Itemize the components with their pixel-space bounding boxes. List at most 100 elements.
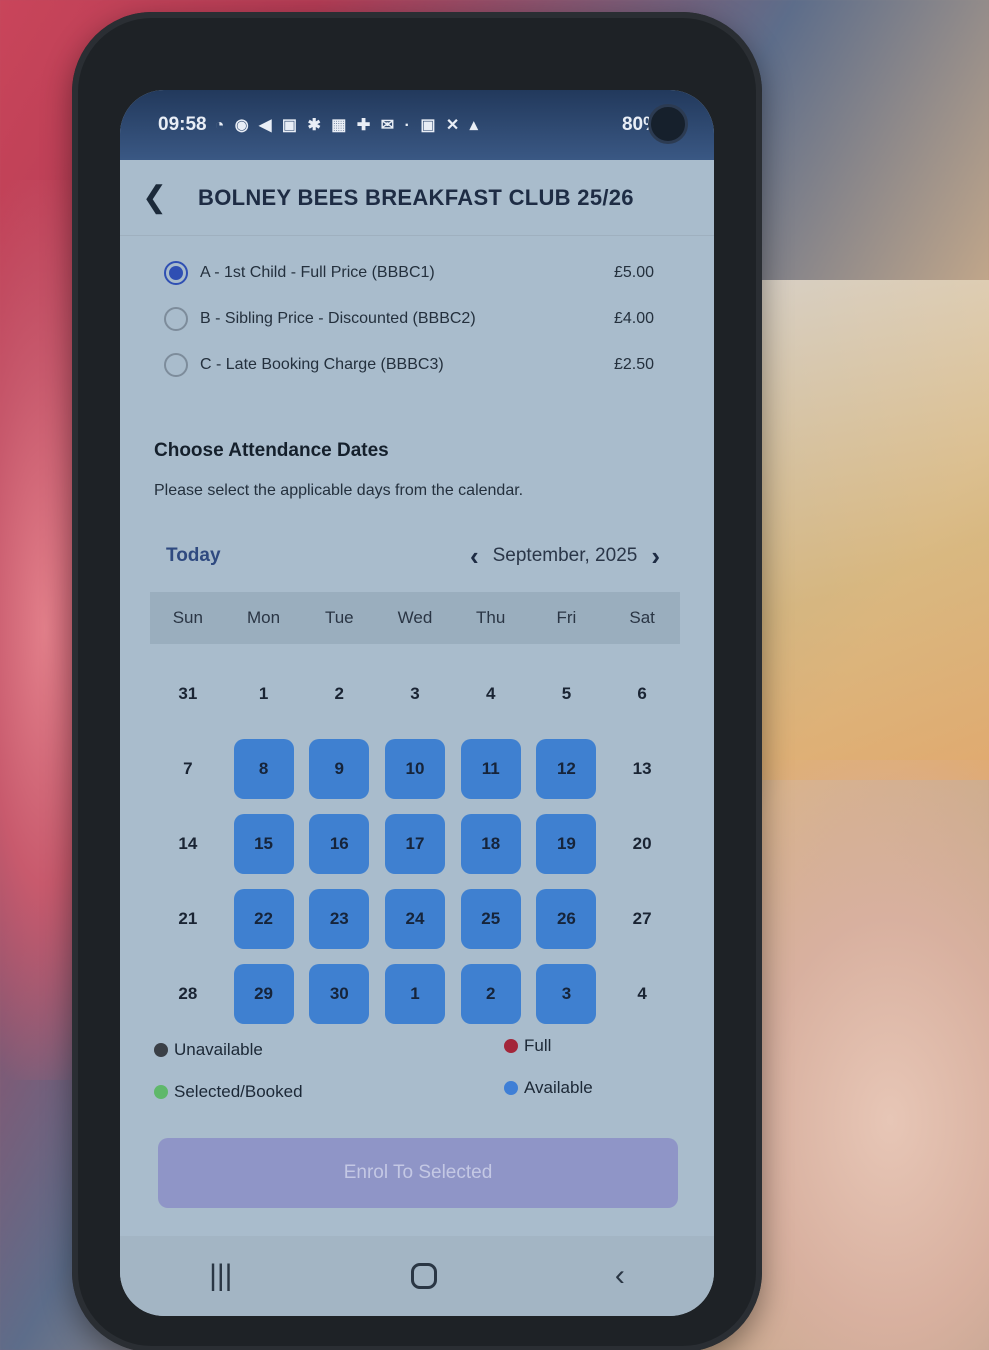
- notification-icons: ◔ ◉ ◀ ▣ ✱ ▦ ✚ ✉ · ▣ ✕ ▴: [214, 117, 481, 134]
- weekday-label: Fri: [556, 608, 577, 627]
- unavailable-dot-icon: [154, 1043, 168, 1057]
- recents-icon[interactable]: |||: [209, 1259, 232, 1293]
- calendar-day: 1: [258, 683, 269, 703]
- calendar-day-available[interactable]: 8: [233, 738, 294, 799]
- calendar-day-available[interactable]: 15: [233, 813, 294, 874]
- today-button[interactable]: Today: [154, 545, 456, 567]
- calendar-cell: 2: [301, 656, 377, 731]
- calendar-cell: 16: [301, 806, 377, 881]
- price-option-label: A - 1st Child - Full Price (BBBC1): [200, 264, 435, 281]
- calendar-day: 21: [178, 908, 198, 928]
- calendar-day-available[interactable]: 22: [233, 888, 294, 949]
- calendar-cell: 21: [150, 881, 226, 956]
- price-option-label: C - Late Booking Charge (BBBC3): [200, 356, 444, 373]
- price-option-price: £2.50: [613, 356, 654, 373]
- calendar-day: 14: [178, 833, 198, 853]
- calendar-day-available[interactable]: 9: [309, 738, 370, 799]
- calendar-cell: 2: [453, 956, 529, 1031]
- calendar-day-available[interactable]: 25: [460, 888, 521, 949]
- calendar-day-available[interactable]: 26: [536, 888, 597, 949]
- price-option-a[interactable]: A - 1st Child - Full Price (BBBC1) £5.00: [164, 250, 654, 296]
- calendar-grid: 31 1 2 3 4 5 6 7 8 9 10 11 12 13 14 15 16 17 18 19 20 21 22 23 2…: [150, 656, 680, 1031]
- section-title: Choose Attendance Dates: [154, 440, 389, 461]
- weekday-label: Tue: [324, 608, 354, 627]
- weekday-label: Thu: [476, 608, 506, 627]
- calendar-day-available[interactable]: 16: [309, 813, 370, 874]
- calendar-day: 3: [410, 683, 420, 703]
- calendar-cell: 31: [150, 656, 226, 731]
- calendar-day-available[interactable]: 10: [384, 738, 445, 799]
- calendar-cell: 7: [150, 731, 226, 806]
- calendar-cell: 20: [604, 806, 680, 881]
- enrol-button[interactable]: Enrol To Selected: [158, 1138, 678, 1208]
- price-option-c[interactable]: C - Late Booking Charge (BBBC3) £2.50: [164, 342, 654, 388]
- calendar-cell: 15: [226, 806, 302, 881]
- calendar-day-available[interactable]: 18: [460, 813, 521, 874]
- calendar-day: 4: [637, 983, 647, 1003]
- selected-dot-icon: [154, 1085, 168, 1099]
- price-option-price: £5.00: [613, 264, 654, 281]
- calendar-cell: 9: [301, 731, 377, 806]
- calendar-day-available[interactable]: 30: [309, 963, 370, 1024]
- status-bar: 09:58 ◔ ◉ ◀ ▣ ✱ ▦ ✚ ✉ · ▣ ✕ ▴ 80%: [120, 90, 714, 160]
- weekday-label: Sat: [629, 608, 655, 627]
- available-dot-icon: [504, 1081, 518, 1095]
- calendar-day-available[interactable]: 23: [309, 888, 370, 949]
- calendar-cell: 1: [226, 656, 302, 731]
- calendar-day: 7: [183, 758, 193, 778]
- calendar-cell: 4: [604, 956, 680, 1031]
- calendar-day-available[interactable]: 19: [536, 813, 597, 874]
- calendar-cell: 27: [604, 881, 680, 956]
- calendar-day: 31: [178, 683, 198, 703]
- legend-unavailable: Unavailable: [154, 1040, 263, 1060]
- calendar-day: 20: [632, 833, 652, 853]
- radio-button[interactable]: [164, 307, 188, 331]
- calendar-cell: 25: [453, 881, 529, 956]
- calendar-cell: 28: [150, 956, 226, 1031]
- calendar-day-available[interactable]: 11: [460, 738, 521, 799]
- calendar-day: 27: [632, 908, 652, 928]
- next-month-chevron-icon[interactable]: ›: [637, 541, 674, 572]
- month-label: September, 2025: [492, 545, 638, 566]
- home-icon[interactable]: [410, 1263, 437, 1289]
- calendar-cell: 8: [226, 731, 302, 806]
- app-header: ❮ BOLNEY BEES BREAKFAST CLUB 25/26: [120, 160, 714, 236]
- calendar-cell: 26: [529, 881, 605, 956]
- calendar-cell: 29: [226, 956, 302, 1031]
- full-dot-icon: [504, 1039, 518, 1053]
- price-option-b[interactable]: B - Sibling Price - Discounted (BBBC2) £…: [164, 296, 654, 342]
- price-options: A - 1st Child - Full Price (BBBC1) £5.00…: [164, 250, 654, 388]
- calendar-day: 4: [485, 683, 496, 703]
- section-description: Please select the applicable days from t…: [154, 482, 524, 499]
- calendar-cell: 14: [150, 806, 226, 881]
- calendar-day-available[interactable]: 2: [460, 963, 521, 1024]
- legend-available: Available: [504, 1078, 593, 1098]
- prev-month-chevron-icon[interactable]: ‹: [456, 541, 493, 572]
- back-nav-icon[interactable]: ‹: [615, 1259, 625, 1293]
- legend-label: Available: [524, 1078, 593, 1097]
- calendar-cell: 12: [529, 731, 605, 806]
- status-time: 09:58: [158, 114, 207, 135]
- calendar-day: 28: [178, 983, 198, 1003]
- calendar-day-available[interactable]: 12: [536, 738, 597, 799]
- price-option-price: £4.00: [613, 310, 654, 327]
- radio-button[interactable]: [164, 353, 188, 377]
- price-option-label: B - Sibling Price - Discounted (BBBC2): [200, 310, 476, 327]
- calendar-cell: 10: [377, 731, 453, 806]
- calendar-day-available[interactable]: 17: [384, 813, 445, 874]
- calendar-cell: 24: [377, 881, 453, 956]
- calendar-day: 6: [637, 683, 647, 703]
- legend-label: Selected/Booked: [174, 1082, 303, 1101]
- radio-button-selected[interactable]: [164, 261, 188, 285]
- calendar-cell: 5: [529, 656, 605, 731]
- calendar-cell: 19: [529, 806, 605, 881]
- calendar-day-available[interactable]: 24: [384, 888, 445, 949]
- back-arrow-icon[interactable]: ❮: [142, 180, 198, 215]
- weekday-header: Sun Mon Tue Wed Thu Fri Sat: [150, 592, 680, 644]
- calendar-cell: 18: [453, 806, 529, 881]
- calendar-day-available[interactable]: 1: [384, 963, 445, 1024]
- calendar-cell: 3: [529, 956, 605, 1031]
- calendar-day: 5: [561, 683, 572, 703]
- calendar-day-available[interactable]: 3: [536, 963, 597, 1024]
- calendar-day-available[interactable]: 29: [233, 963, 294, 1024]
